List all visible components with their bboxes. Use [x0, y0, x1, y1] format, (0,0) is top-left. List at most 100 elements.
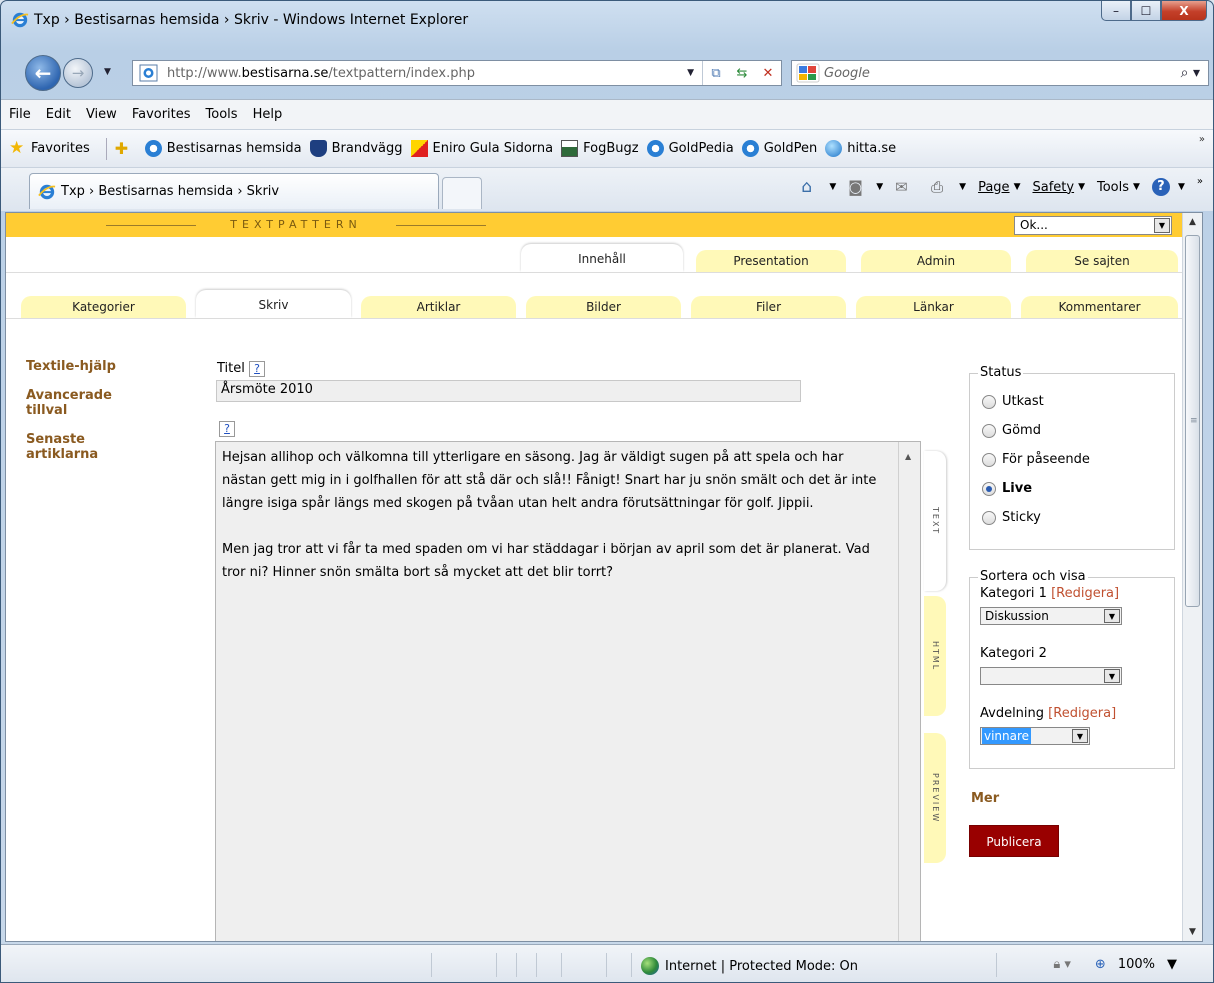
search-icon[interactable]: ⌕ ▾	[1181, 65, 1200, 81]
menu-file[interactable]: File	[9, 107, 31, 122]
mail-button[interactable]: ✉	[895, 178, 919, 196]
section-select[interactable]: vinnare ▼	[980, 727, 1090, 745]
chevron-more-icon[interactable]: »	[1197, 176, 1203, 187]
help-icon: ?	[1151, 178, 1170, 196]
view-tab-preview[interactable]: PREVIEW	[924, 733, 946, 863]
textile-help-link[interactable]: Textile-hjälp	[26, 359, 176, 374]
zoom-control[interactable]: ⊕ 100%	[1083, 957, 1155, 972]
add-favorite-button[interactable]: ✚	[115, 140, 137, 157]
status-divider	[606, 953, 607, 977]
radio-button[interactable]	[982, 423, 996, 438]
chevron-down-icon: ▼	[959, 182, 967, 192]
edit-sections-link[interactable]: [Redigera]	[1048, 706, 1116, 721]
help-menu[interactable]: ? ▼	[1151, 178, 1185, 196]
address-dropdown[interactable]: ▼	[687, 68, 694, 78]
chevron-more-icon[interactable]: »	[1199, 134, 1205, 145]
chevron-down-icon: ▼	[1104, 609, 1120, 623]
status-utkast[interactable]: Utkast	[982, 394, 1044, 409]
chevron-down-icon: ▼	[1013, 182, 1021, 192]
minimize-button[interactable]: –	[1101, 1, 1131, 21]
fav-link-fogbugz[interactable]: FogBugz	[561, 140, 639, 157]
search-box[interactable]: Google ⌕ ▾	[791, 60, 1209, 86]
tab-kategorier[interactable]: Kategorier	[21, 296, 186, 318]
tab-presentation[interactable]: Presentation	[696, 250, 846, 272]
status-for-paseende[interactable]: För påseende	[982, 452, 1090, 467]
view-tab-html[interactable]: HTML	[924, 596, 946, 716]
edit-categories-link[interactable]: [Redigera]	[1051, 586, 1119, 601]
back-button[interactable]: ←	[25, 55, 61, 91]
view-tab-text[interactable]: TEXT	[924, 451, 946, 591]
status-gomd[interactable]: Gömd	[982, 423, 1041, 438]
category1-label: Kategori 1 [Redigera]	[980, 586, 1120, 601]
fav-link-hitta[interactable]: hitta.se	[825, 140, 896, 157]
ie-page-icon	[741, 140, 759, 157]
status-sticky[interactable]: Sticky	[982, 510, 1041, 525]
tab-kommentarer[interactable]: Kommentarer	[1021, 296, 1178, 318]
status-fieldset: Status Utkast Gömd För påseende Live Sti…	[969, 365, 1175, 550]
recent-articles-link[interactable]: Senaste artiklarna	[26, 432, 136, 462]
safety-menu[interactable]: Safety ▼	[1032, 180, 1085, 195]
tab-innehall[interactable]: Innehåll	[521, 244, 683, 272]
feeds-button[interactable]: ◙ ▼	[848, 178, 883, 196]
fav-link-goldpen[interactable]: GoldPen	[741, 140, 817, 157]
scroll-thumb[interactable]: ≡	[1185, 235, 1200, 607]
grip-icon: ≡	[1190, 416, 1198, 426]
tab-se-sajten[interactable]: Se sajten	[1026, 250, 1178, 272]
status-live[interactable]: Live	[982, 481, 1032, 496]
category1-select[interactable]: Diskussion ▼	[980, 607, 1122, 625]
advanced-options-link[interactable]: Avancerade tillval	[26, 388, 136, 418]
tab-artiklar[interactable]: Artiklar	[361, 296, 516, 318]
tools-menu[interactable]: Tools ▼	[1097, 180, 1140, 195]
home-button[interactable]: ⌂ ▼	[801, 178, 836, 196]
textarea-scrollbar[interactable]: ▲	[898, 442, 920, 941]
body-help-link[interactable]: ?	[219, 421, 235, 437]
scroll-down-icon[interactable]: ▼	[1183, 923, 1202, 941]
radio-button[interactable]	[982, 452, 996, 467]
security-zone[interactable]: Internet | Protected Mode: On	[641, 957, 858, 975]
forward-button[interactable]: →	[63, 58, 93, 88]
publish-button[interactable]: Publicera	[969, 825, 1059, 857]
print-button[interactable]: ⎙ ▼	[931, 178, 966, 196]
more-link[interactable]: Mer	[971, 791, 999, 806]
tab-bilder[interactable]: Bilder	[526, 296, 681, 318]
refresh-icon[interactable]: ⇆	[729, 61, 755, 85]
compatibility-view-icon[interactable]: ⧉	[703, 61, 729, 85]
radio-button-checked[interactable]	[982, 481, 996, 496]
address-bar[interactable]: http://www.bestisarna.se/textpattern/ind…	[132, 60, 782, 86]
page-scrollbar[interactable]: ▲ ≡ ▼	[1182, 213, 1202, 941]
menu-tools[interactable]: Tools	[206, 107, 238, 122]
scroll-up-icon[interactable]: ▲	[1183, 213, 1202, 231]
maximize-button[interactable]: ☐	[1131, 1, 1161, 21]
radio-button[interactable]	[982, 394, 996, 409]
new-tab-button[interactable]	[442, 177, 482, 209]
page-menu[interactable]: Page ▼	[978, 180, 1020, 195]
menu-help[interactable]: Help	[253, 107, 283, 122]
zoom-dropdown[interactable]: ▼	[1167, 957, 1177, 972]
category2-select[interactable]: ▼	[980, 667, 1122, 685]
fav-link-goldpedia[interactable]: GoldPedia	[646, 140, 734, 157]
menu-view[interactable]: View	[86, 107, 117, 122]
tab-skriv[interactable]: Skriv	[196, 290, 351, 318]
title-input[interactable]: Årsmöte 2010	[216, 380, 801, 402]
fav-link-eniro[interactable]: Eniro Gula Sidorna	[410, 140, 553, 157]
browser-tab-active[interactable]: Txp › Bestisarnas hemsida › Skriv	[29, 173, 439, 209]
fav-link-brandvagg[interactable]: Brandvägg	[309, 140, 403, 157]
chevron-down-icon: ▼	[1154, 218, 1170, 233]
chevron-down-icon: ▼	[876, 182, 884, 192]
protected-mode-icon[interactable]: 🔒︎ ▾	[1053, 957, 1071, 972]
menu-edit[interactable]: Edit	[46, 107, 71, 122]
favorites-button[interactable]: ★ Favorites	[9, 140, 90, 157]
fav-link-bestisarnas[interactable]: Bestisarnas hemsida	[144, 140, 302, 157]
stop-icon[interactable]: ✕	[755, 61, 781, 85]
menu-favorites[interactable]: Favorites	[132, 107, 191, 122]
tab-admin[interactable]: Admin	[861, 250, 1011, 272]
body-textarea[interactable]: Hejsan allihop och välkomna till ytterli…	[215, 441, 921, 941]
tab-lankar[interactable]: Länkar	[856, 296, 1011, 318]
title-help-link[interactable]: ?	[249, 361, 266, 377]
jump-select[interactable]: Ok... ▼	[1014, 216, 1172, 235]
close-button[interactable]: X	[1161, 1, 1207, 21]
radio-button[interactable]	[982, 510, 996, 525]
chevron-down-icon: ▼	[829, 182, 837, 192]
recent-pages-dropdown[interactable]: ▼	[104, 67, 111, 77]
tab-filer[interactable]: Filer	[691, 296, 846, 318]
